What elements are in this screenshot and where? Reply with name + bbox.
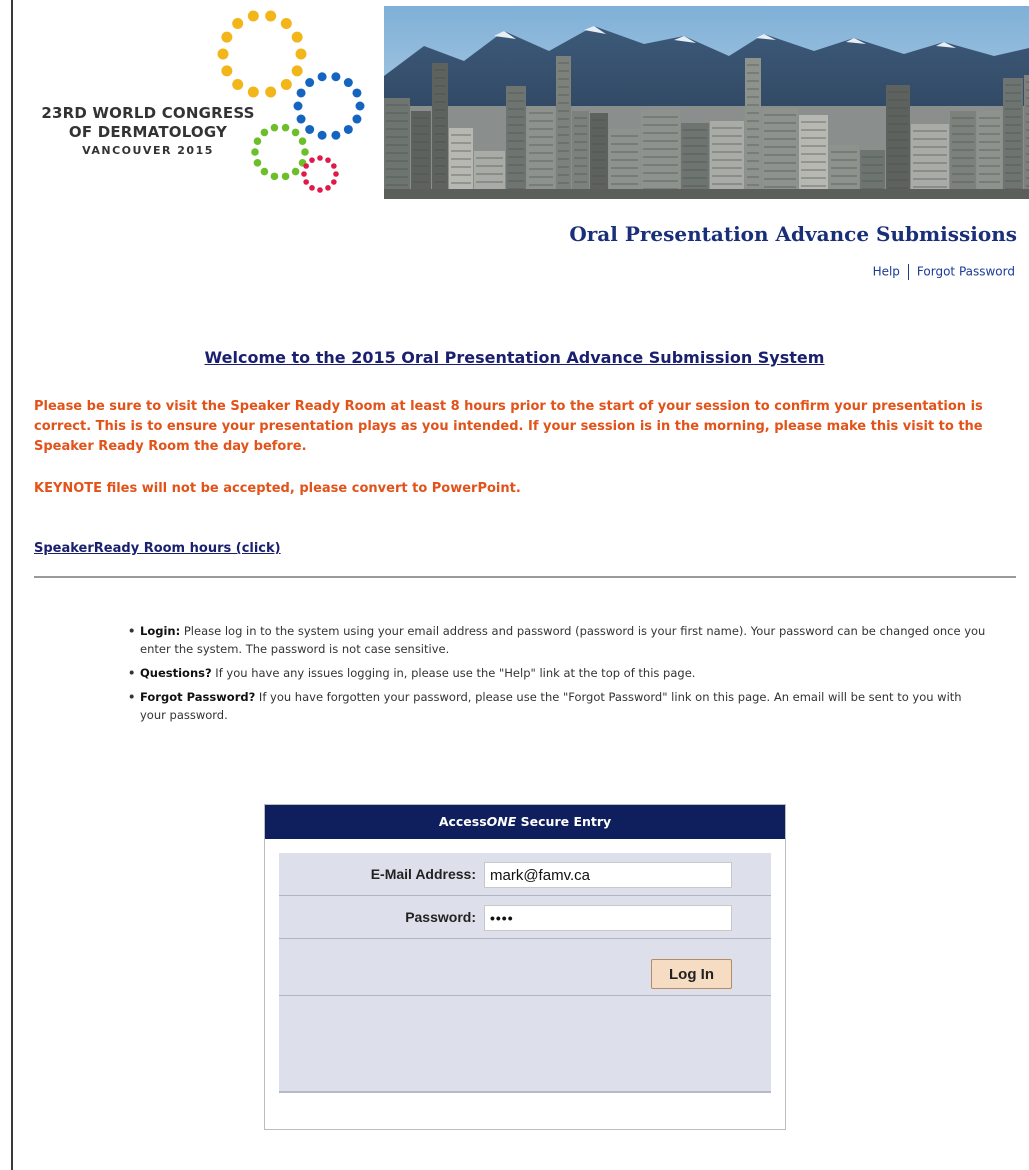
instruction-term: Forgot Password? [140,690,256,704]
logo-line-2: OF DERMATOLOGY [68,123,228,141]
instruction-term: Login: [140,624,181,638]
login-box: AccessONE Secure Entry E-Mail Address: P… [264,804,786,1130]
instruction-text: Please log in to the system using your e… [140,624,986,656]
vancouver-skyline-photo [384,6,1029,199]
instruction-term: Questions? [140,666,212,680]
email-field[interactable] [484,862,732,888]
instruction-login: Login: Please log in to the system using… [128,622,988,658]
speaker-ready-hours-link[interactable]: SpeakerReady Room hours (click) [34,541,281,556]
instruction-forgot-password: Forgot Password? If you have forgotten y… [128,688,988,724]
login-header: AccessONE Secure Entry [265,805,785,839]
logo-line-3: VANCOUVER 2015 [82,144,214,157]
help-link[interactable]: Help [873,265,900,279]
login-header-italic: ONE [486,814,517,829]
login-panel: E-Mail Address: Password: Log In [279,853,771,1093]
keynote-notice: KEYNOTE files will not be accepted, plea… [34,481,521,496]
login-header-suffix: Secure Entry [516,814,612,829]
email-label: E-Mail Address: [370,866,476,882]
logo-line-1: 23RD WORLD CONGRESS [41,104,255,122]
password-label: Password: [405,909,476,925]
divider [34,576,1016,578]
instructions-list: Login: Please log in to the system using… [128,622,988,730]
page-left-border [11,0,13,1170]
link-separator [907,264,909,280]
password-row: Password: [279,896,771,939]
site-header: 23RD WORLD CONGRESS OF DERMATOLOGY VANCO… [14,6,1029,199]
page-title: Oral Presentation Advance Submissions [569,222,1017,246]
button-row: Log In [279,939,771,996]
instruction-text: If you have forgotten your password, ple… [140,690,962,722]
welcome-heading: Welcome to the 2015 Oral Presentation Ad… [204,348,825,367]
email-row: E-Mail Address: [279,853,771,896]
login-header-prefix: Access [438,814,487,829]
logo-dots-graphic [217,10,365,193]
logo-text: 23RD WORLD CONGRESS OF DERMATOLOGY VANCO… [28,104,268,157]
congress-logo: 23RD WORLD CONGRESS OF DERMATOLOGY VANCO… [14,6,384,199]
top-links: Help Forgot Password [873,264,1015,280]
instruction-questions: Questions? If you have any issues loggin… [128,664,988,682]
instruction-text: If you have any issues logging in, pleas… [211,666,696,680]
speaker-ready-warning: Please be sure to visit the Speaker Read… [34,399,983,454]
login-footer-row [279,996,771,1091]
log-in-button[interactable]: Log In [651,959,732,989]
forgot-password-link[interactable]: Forgot Password [917,265,1015,279]
password-field[interactable] [484,905,732,931]
